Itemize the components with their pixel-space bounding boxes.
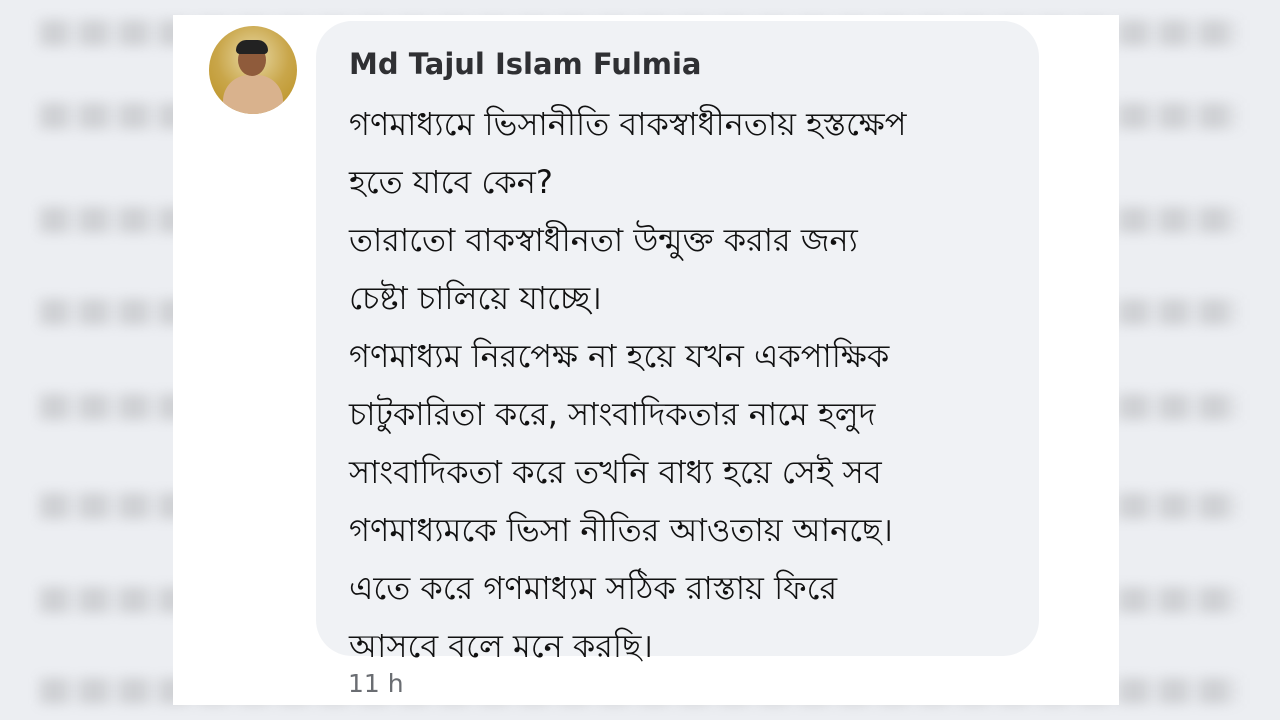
avatar-hair <box>236 40 268 54</box>
comment-line: আসবে বলে মনে করছি। <box>349 627 653 665</box>
comment-author[interactable]: Md Tajul Islam Fulmia <box>349 47 702 81</box>
comment-line: চাটুকারিতা করে, সাংবাদিকতার নামে হলুদ <box>349 395 876 433</box>
comment-card: Md Tajul Islam Fulmia গণমাধ্যমে ভিসানীতি… <box>173 15 1119 705</box>
comment-line: গণমাধ্যমকে ভিসা নীতির আওতায় আনছে। <box>349 511 893 549</box>
comment-bubble: Md Tajul Islam Fulmia গণমাধ্যমে ভিসানীতি… <box>316 21 1039 665</box>
comment-line: এতে করে গণমাধ্যম সঠিক রাস্তায় ফিরে <box>349 569 838 607</box>
comment-timestamp[interactable]: 11 h <box>348 667 404 701</box>
comment-line: গণমাধ্যমে ভিসানীতি বাকস্বাধীনতায় হস্তক্… <box>349 105 907 143</box>
comment-line: গণমাধ্যম নিরপেক্ষ না হয়ে যখন একপাক্ষিক <box>349 337 890 375</box>
avatar-body <box>223 75 283 114</box>
comment-line: সাংবাদিকতা করে তখনি বাধ্য হয়ে সেই সব <box>349 453 882 491</box>
comment-line: তারাতো বাকস্বাধীনতা উন্মুক্ত করার জন্য <box>349 221 858 259</box>
comment-line: হতে যাবে কেন? <box>349 163 553 201</box>
comment-text: গণমাধ্যমে ভিসানীতি বাকস্বাধীনতায় হস্তক্… <box>349 95 1009 675</box>
comment-line: চেষ্টা চালিয়ে যাচ্ছে। <box>349 279 602 317</box>
avatar[interactable] <box>209 26 297 114</box>
